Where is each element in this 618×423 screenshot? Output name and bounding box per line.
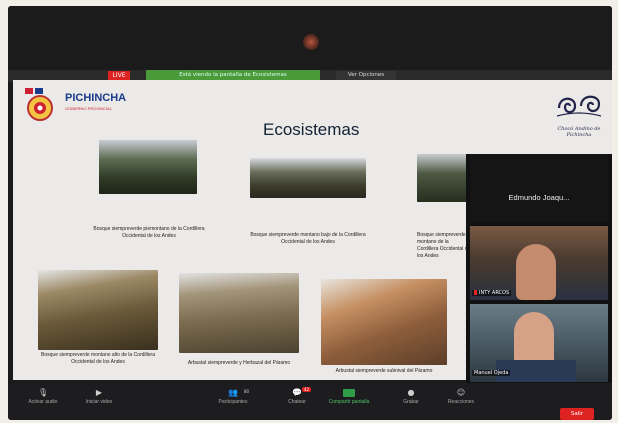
participant-name-3: Manuel Ojeda: [474, 370, 509, 376]
ecosystem-photo-6: [321, 279, 447, 365]
video-camera-icon: ▶: [95, 388, 103, 397]
share-screen-button[interactable]: Compartir pantalla: [320, 387, 378, 419]
video-tile-1[interactable]: Edmundo Joaqu...: [470, 154, 608, 222]
ecosystem-photo-3: [417, 154, 471, 202]
zoom-window: LIVE Está viendo la pantalla de Ecosiste…: [8, 6, 612, 420]
top-bar: [8, 6, 612, 70]
reactions-label: Reacciones: [447, 399, 475, 405]
caption-5: Arbustal siempreverde y Herbazal del Pár…: [187, 360, 291, 366]
video-tile-2[interactable]: INTY ARCOS: [470, 226, 608, 300]
participant-name-2: INTY ARCOS: [479, 290, 510, 296]
share-screen-icon: [343, 389, 355, 397]
webcam-glow: [303, 34, 319, 50]
caption-6: Arbustal siempreverde subnival del Páram…: [335, 368, 433, 374]
participants-label: Participantes: [218, 399, 248, 405]
chat-button[interactable]: 💬 42 Chatear: [268, 387, 326, 419]
photo-background: LIVE Está viendo la pantalla de Ecosiste…: [0, 0, 618, 423]
ecosystem-photo-2: [250, 158, 366, 198]
share-label: Compartir pantalla: [328, 399, 370, 405]
participant-tag-2: INTY ARCOS: [472, 290, 512, 296]
ecosystem-photo-1: [99, 140, 197, 194]
chat-label: Chatear: [288, 399, 306, 405]
pichincha-logo-icon: [25, 88, 53, 121]
participants-icon: 👥: [228, 388, 238, 397]
caption-4: Bosque siempreverde montano alto de la C…: [41, 352, 155, 365]
choco-andino-logo: Chocó Andino de Pichincha: [553, 86, 605, 146]
participant-2-video: [516, 244, 556, 300]
video-tile-3[interactable]: Manuel Ojeda: [470, 304, 608, 382]
chat-bubble-icon: 💬: [292, 388, 302, 397]
participant-tag-3: Manuel Ojeda: [472, 370, 511, 376]
brand-name: PICHINCHA: [65, 92, 127, 104]
mute-label: Activar audio: [28, 399, 58, 405]
participant-name-1: Edmundo Joaqu...: [470, 154, 608, 222]
mute-button[interactable]: 🎙 Activar audio: [14, 387, 72, 419]
caption-1: Bosque siempreverde piemontano de la Cor…: [93, 226, 205, 239]
video-gallery-panel: Edmundo Joaqu... INTY ARCOS Manuel Ojeda: [466, 154, 612, 386]
participants-count: 80: [244, 389, 250, 394]
chat-unread-badge: 42: [302, 387, 312, 392]
reactions-smiley-icon: ☺: [456, 388, 466, 397]
view-options-button[interactable]: Ver Opciones: [336, 71, 396, 80]
muted-mic-icon: [474, 290, 477, 295]
spiral-logo-icon: [556, 95, 602, 117]
ecosystem-photo-4: [38, 270, 158, 350]
slide-title: Ecosistemas: [263, 120, 360, 139]
start-video-button[interactable]: ▶ Iniciar video: [70, 387, 128, 419]
reactions-button[interactable]: ☺ Reacciones: [432, 387, 490, 419]
record-icon: ●: [407, 388, 415, 397]
caption-2: Bosque siempreverde montano bajo de la C…: [250, 232, 366, 245]
participants-button[interactable]: 👥 80 Participantes: [204, 387, 262, 419]
live-badge: LIVE: [108, 71, 130, 80]
video-label: Iniciar video: [85, 399, 113, 405]
meeting-toolbar: 🎙 Activar audio ▶ Iniciar video 👥 80 Par…: [8, 383, 612, 420]
leave-meeting-button[interactable]: Salir: [560, 408, 594, 420]
caption-3: Bosque siempreverde montano de la Cordil…: [417, 232, 471, 259]
ecosystem-photo-5: [179, 273, 299, 353]
choco-andino-text: Chocó Andino de Pichincha: [557, 126, 601, 138]
brand-subtitle: GOBIERNO PROVINCIAL: [65, 106, 112, 111]
microphone-icon: 🎙: [38, 388, 49, 397]
